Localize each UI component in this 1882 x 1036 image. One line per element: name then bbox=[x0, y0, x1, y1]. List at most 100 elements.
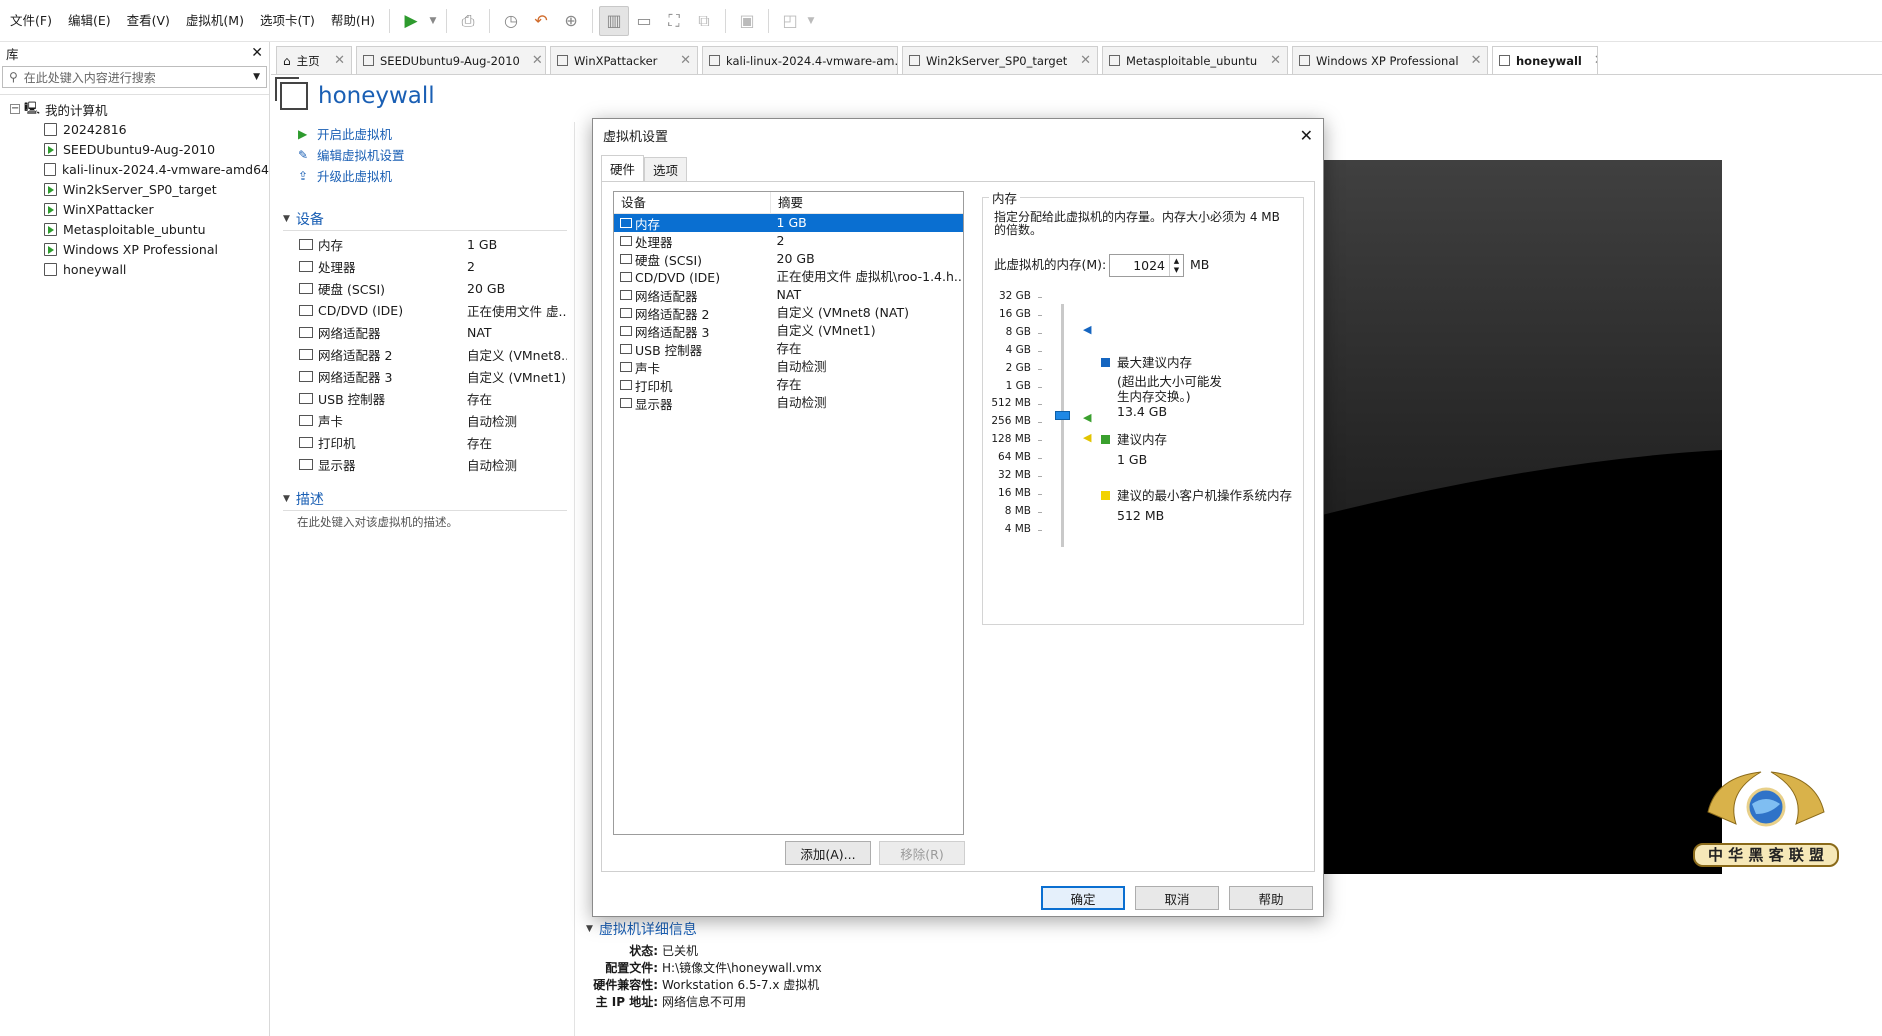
close-icon[interactable]: ✕ bbox=[1300, 126, 1313, 145]
menu-item[interactable]: 选项卡(T) bbox=[252, 0, 323, 42]
tab-close-icon[interactable]: ✕ bbox=[1264, 53, 1281, 68]
tab-close-icon[interactable]: ✕ bbox=[1588, 53, 1597, 68]
add-hardware-button[interactable]: 添加(A)... bbox=[785, 841, 871, 865]
send-keys-icon[interactable]: ⎙ bbox=[453, 6, 483, 36]
close-icon[interactable]: ✕ bbox=[251, 45, 263, 61]
dialog-tab[interactable]: 选项 bbox=[644, 157, 688, 181]
hardware-summary: 自动检测 bbox=[776, 359, 827, 374]
hardware-row[interactable]: 网络适配器 NAT bbox=[614, 286, 963, 304]
hardware-row[interactable]: 网络适配器 3 自定义 (VMnet1) bbox=[614, 322, 963, 340]
device-row[interactable]: 声卡 自动检测 bbox=[299, 409, 567, 431]
device-row[interactable]: 硬盘 (SCSI) 20 GB bbox=[299, 277, 567, 299]
col-device[interactable]: 设备 bbox=[614, 192, 771, 213]
vm-action-link[interactable]: ✎ 编辑虚拟机设置 bbox=[298, 144, 568, 165]
devices-header[interactable]: ▼ 设备 bbox=[283, 207, 567, 231]
power-on-icon[interactable]: ▶ bbox=[396, 6, 426, 36]
cancel-button[interactable]: 取消 bbox=[1135, 886, 1219, 910]
description-header[interactable]: ▼ 描述 bbox=[283, 487, 567, 511]
menu-item[interactable]: 帮助(H) bbox=[323, 0, 383, 42]
description-input[interactable]: 在此处键入对该虚拟机的描述。 bbox=[283, 514, 567, 530]
search-input[interactable]: 在此处键入内容进行搜索 bbox=[24, 69, 247, 86]
spin-up-icon[interactable]: ▲ bbox=[1174, 257, 1179, 266]
tab-vm[interactable]: Win2kServer_SP0_target ✕ bbox=[902, 46, 1098, 74]
tab-close-icon[interactable]: ✕ bbox=[526, 53, 543, 68]
revert-snapshot-icon[interactable]: ↶ bbox=[526, 6, 556, 36]
tab-vm[interactable]: honeywall ✕ bbox=[1492, 46, 1598, 74]
tab-close-icon[interactable]: ✕ bbox=[1074, 53, 1091, 68]
snapshot-manager-icon[interactable]: ⊕ bbox=[556, 6, 586, 36]
fullscreen-icon[interactable]: ⛶ bbox=[659, 6, 689, 36]
hardware-row[interactable]: USB 控制器 存在 bbox=[614, 340, 963, 358]
hardware-row[interactable]: 声卡 自动检测 bbox=[614, 358, 963, 376]
ok-button[interactable]: 确定 bbox=[1041, 886, 1125, 910]
stretch-dropdown-icon[interactable]: ▼ bbox=[805, 6, 817, 36]
device-row[interactable]: 内存 1 GB bbox=[299, 233, 567, 255]
menu-item[interactable]: 虚拟机(M) bbox=[178, 0, 252, 42]
snapshot-icon[interactable]: ◷ bbox=[496, 6, 526, 36]
hardware-row[interactable]: 打印机 存在 bbox=[614, 376, 963, 394]
menu-item[interactable]: 查看(V) bbox=[119, 0, 178, 42]
tab-vm[interactable]: ⌂ 主页 ✕ bbox=[276, 46, 352, 74]
device-row[interactable]: 处理器 2 bbox=[299, 255, 567, 277]
stretch-icon[interactable]: ◰ bbox=[775, 6, 805, 36]
remove-hardware-button[interactable]: 移除(R) bbox=[879, 841, 965, 865]
console-icon[interactable]: ▣ bbox=[732, 6, 762, 36]
collapse-icon[interactable]: − bbox=[10, 104, 20, 114]
tab-vm[interactable]: SEEDUbuntu9-Aug-2010 ✕ bbox=[356, 46, 546, 74]
hardware-row[interactable]: 硬盘 (SCSI) 20 GB bbox=[614, 250, 963, 268]
vm-action-link[interactable]: ⇪ 升级此虚拟机 bbox=[298, 165, 568, 186]
hardware-row[interactable]: CD/DVD (IDE) 正在使用文件 虚拟机\roo-1.4.h... bbox=[614, 268, 963, 286]
tree-item-vm[interactable]: 20242816 bbox=[0, 119, 269, 139]
tree-root[interactable]: − 🖳 我的计算机 bbox=[0, 99, 269, 119]
library-search[interactable]: ⚲ 在此处键入内容进行搜索 ▼ bbox=[2, 66, 267, 88]
vm-screen-preview[interactable] bbox=[1322, 160, 1722, 874]
device-row[interactable]: 网络适配器 NAT bbox=[299, 321, 567, 343]
dropdown-icon[interactable]: ▼ bbox=[426, 6, 440, 36]
help-button[interactable]: 帮助 bbox=[1229, 886, 1313, 910]
tree-item-vm[interactable]: SEEDUbuntu9-Aug-2010 bbox=[0, 139, 269, 159]
device-row[interactable]: CD/DVD (IDE) 正在使用文件 虚... bbox=[299, 299, 567, 321]
menu-item[interactable]: 编辑(E) bbox=[60, 0, 119, 42]
device-row[interactable]: 显示器 自动检测 bbox=[299, 453, 567, 475]
library-view-icon[interactable]: ▥ bbox=[599, 5, 630, 36]
device-row[interactable]: USB 控制器 存在 bbox=[299, 387, 567, 409]
dialog-tab[interactable]: 硬件 bbox=[601, 155, 645, 181]
tab-vm[interactable]: kali-linux-2024.4-vmware-am...✕ bbox=[702, 46, 898, 74]
tab-close-icon[interactable]: ✕ bbox=[1465, 53, 1482, 68]
tab-vm[interactable]: WinXPattacker ✕ bbox=[550, 46, 698, 74]
tab-close-icon[interactable]: ✕ bbox=[674, 53, 691, 68]
device-row[interactable]: 网络适配器 2 自定义 (VMnet8... bbox=[299, 343, 567, 365]
spin-down-icon[interactable]: ▼ bbox=[1174, 266, 1179, 275]
tree-item-vm[interactable]: Metasploitable_ubuntu bbox=[0, 219, 269, 239]
tab-vm[interactable]: Windows XP Professional ✕ bbox=[1292, 46, 1488, 74]
hardware-row[interactable]: 显示器 自动检测 bbox=[614, 394, 963, 412]
hardware-row[interactable]: 内存 1 GB bbox=[614, 214, 963, 232]
tree-item-vm[interactable]: WinXPattacker bbox=[0, 199, 269, 219]
tree-item-vm[interactable]: honeywall bbox=[0, 259, 269, 279]
thumbnail-view-icon[interactable]: ▭ bbox=[629, 6, 659, 36]
chevron-down-icon[interactable]: ▼ bbox=[253, 72, 260, 82]
slider-thumb[interactable] bbox=[1055, 411, 1070, 420]
tab-close-icon[interactable]: ✕ bbox=[328, 53, 345, 68]
device-row[interactable]: 网络适配器 3 自定义 (VMnet1) bbox=[299, 365, 567, 387]
memory-spinner[interactable]: 1024 ▲ ▼ bbox=[1109, 254, 1184, 277]
vm-tab-icon bbox=[557, 55, 568, 66]
hardware-name: 网络适配器 3 bbox=[635, 324, 710, 340]
tab-label: SEEDUbuntu9-Aug-2010 bbox=[380, 53, 520, 68]
hardware-summary: 自动检测 bbox=[776, 395, 827, 410]
max-legend-value: 13.4 GB bbox=[1117, 404, 1168, 419]
vm-action-link[interactable]: ▶ 开启此虚拟机 bbox=[298, 123, 568, 144]
hardware-row[interactable]: 处理器 2 bbox=[614, 232, 963, 250]
unity-icon[interactable]: ⧉ bbox=[689, 6, 719, 36]
tab-vm[interactable]: Metasploitable_ubuntu ✕ bbox=[1102, 46, 1288, 74]
hardware-row[interactable]: 网络适配器 2 自定义 (VMnet8 (NAT) bbox=[614, 304, 963, 322]
memory-input[interactable]: 1024 bbox=[1110, 255, 1169, 276]
slider-track[interactable] bbox=[1061, 304, 1064, 547]
tree-item-vm[interactable]: Windows XP Professional bbox=[0, 239, 269, 259]
details-header[interactable]: ▼ 虚拟机详细信息 bbox=[586, 918, 1206, 940]
device-row[interactable]: 打印机 存在 bbox=[299, 431, 567, 453]
tree-item-vm[interactable]: Win2kServer_SP0_target bbox=[0, 179, 269, 199]
menu-item[interactable]: 文件(F) bbox=[2, 0, 60, 42]
tree-item-vm[interactable]: kali-linux-2024.4-vmware-amd64 bbox=[0, 159, 269, 179]
col-summary[interactable]: 摘要 bbox=[771, 192, 803, 213]
